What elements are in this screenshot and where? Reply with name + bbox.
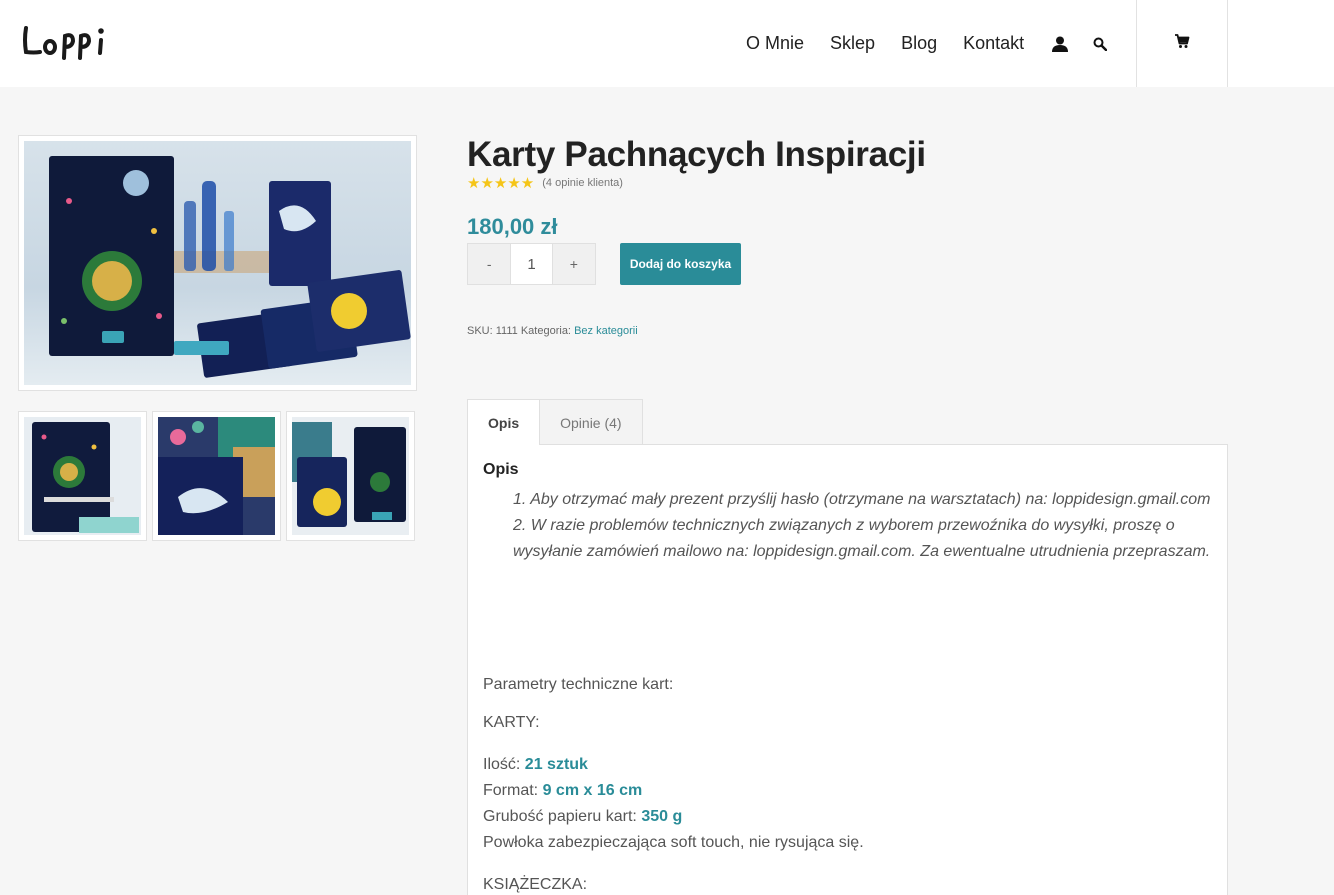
site-header: O Mnie Sklep Blog Kontakt [0, 0, 1334, 87]
quantity-stepper: - 1 + [467, 243, 596, 285]
search-icon[interactable] [1090, 34, 1110, 54]
thumbnail[interactable] [286, 411, 415, 541]
description-panel: Opis 1. Aby otrzymać mały prezent przyśl… [467, 444, 1228, 895]
thumbnail-photo [292, 417, 409, 535]
nav-kontakt[interactable]: Kontakt [963, 33, 1024, 54]
description-heading: Opis [483, 461, 519, 478]
category-link[interactable]: Bez kategorii [574, 325, 638, 337]
tab-opinie[interactable]: Opinie (4) [540, 399, 643, 445]
cards-specs: Ilość: 21 sztuk Format: 9 cm x 16 cm Gru… [483, 752, 1212, 856]
thumbnail-photo [158, 417, 275, 535]
sku-label: SKU: [467, 325, 493, 337]
category-label: Kategoria: [520, 325, 571, 337]
nav-o-mnie[interactable]: O Mnie [746, 33, 804, 54]
add-to-cart-button[interactable]: Dodaj do koszyka [620, 243, 741, 285]
product-rating[interactable]: ★★★★★ (4 opinie klienta) [467, 174, 623, 192]
review-count-link[interactable]: (4 opinie klienta) [542, 177, 623, 189]
rating-stars: ★★★★★ [467, 175, 535, 192]
thumbnail[interactable] [18, 411, 147, 541]
nav-sklep[interactable]: Sklep [830, 33, 875, 54]
format-label: Format: [483, 782, 539, 799]
booklet-title: KSIĄŻECZKA: [483, 876, 588, 893]
product-tabs: Opis Opinie (4) [467, 399, 643, 445]
qty-decrease-button[interactable]: - [468, 244, 511, 284]
params-title: Parametry techniczne kart: [483, 676, 674, 693]
description-list: 1. Aby otrzymać mały prezent przyślij ha… [498, 487, 1212, 565]
thumbnail-photo [24, 417, 141, 535]
qty-input[interactable]: 1 [510, 244, 553, 284]
cards-title: KARTY: [483, 714, 540, 731]
sku-value: 1111 [495, 325, 518, 337]
qty-increase-button[interactable]: + [552, 244, 596, 284]
qty-value: 21 sztuk [524, 756, 588, 773]
paper-value: 350 g [641, 808, 683, 825]
site-logo[interactable] [20, 22, 110, 62]
header-divider [1136, 0, 1137, 87]
header-divider [1227, 0, 1228, 87]
list-item: 2. W razie problemów technicznych związa… [513, 517, 1211, 560]
cart-icon[interactable] [1174, 33, 1190, 49]
product-title: Karty Pachnących Inspiracji [467, 135, 926, 174]
product-photo [24, 141, 411, 385]
nav-blog[interactable]: Blog [901, 33, 937, 54]
product-main-image[interactable] [18, 135, 417, 391]
user-icon[interactable] [1050, 34, 1070, 54]
product-meta: SKU: 1111 Kategoria: Bez kategorii [467, 325, 638, 337]
qty-label: Ilość: [483, 756, 521, 773]
product-price: 180,00 zł [467, 214, 558, 239]
main-nav: O Mnie Sklep Blog Kontakt [746, 0, 1130, 87]
product-thumbnails [18, 411, 415, 541]
list-item: 1. Aby otrzymać mały prezent przyślij ha… [513, 491, 1211, 508]
paper-label: Grubość papieru kart: [483, 808, 637, 825]
thumbnail[interactable] [152, 411, 281, 541]
format-value: 9 cm x 16 cm [542, 782, 643, 799]
tab-opis[interactable]: Opis [467, 399, 541, 445]
coating-text: Powłoka zabezpieczająca soft touch, nie … [483, 834, 864, 851]
